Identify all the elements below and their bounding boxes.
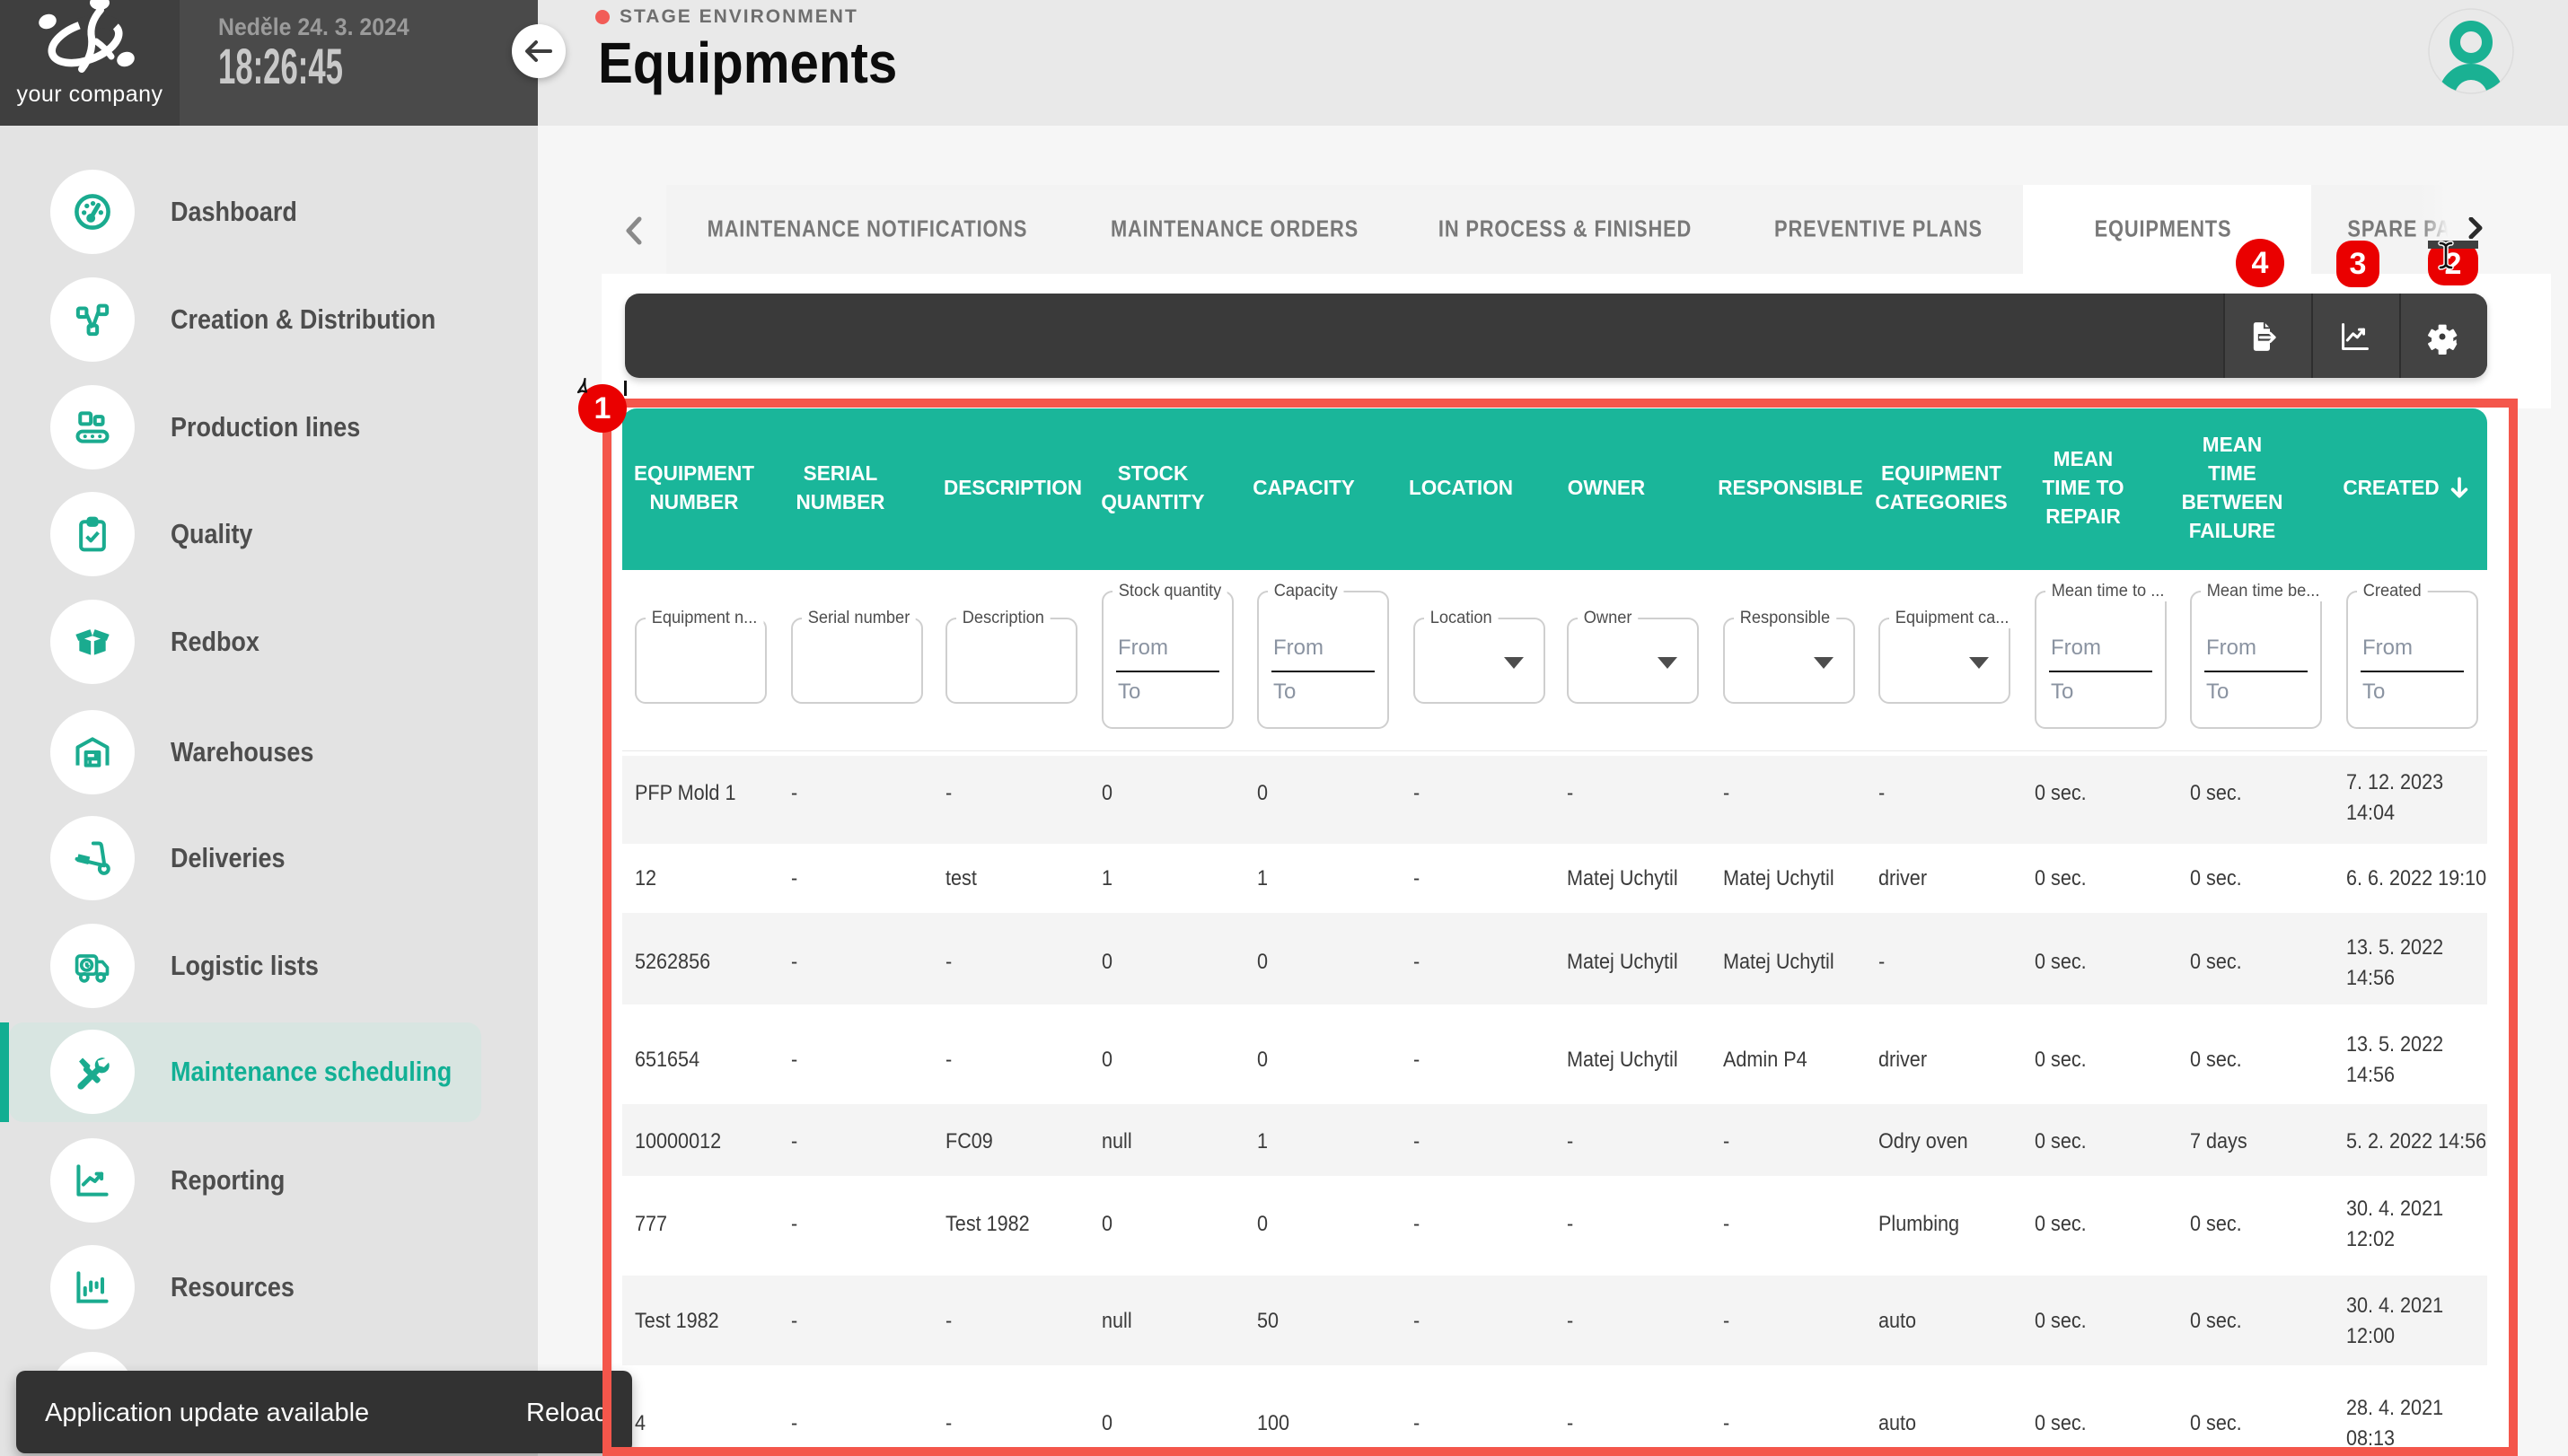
svg-text:your company: your company: [16, 82, 163, 107]
